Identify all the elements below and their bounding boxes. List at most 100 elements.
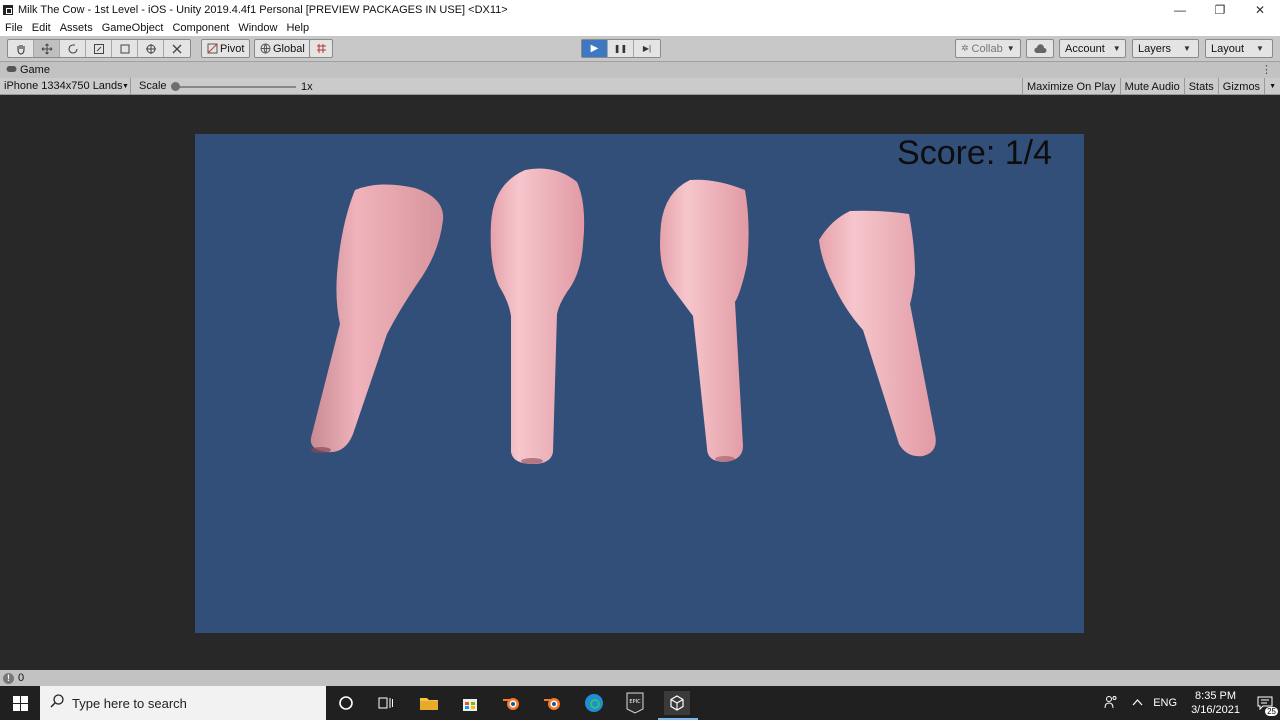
gizmos-chevron-down-icon[interactable]: ▼ [1264, 78, 1280, 95]
layers-dropdown[interactable]: Layers ▼ [1132, 39, 1199, 58]
rect-tool-icon[interactable] [112, 40, 138, 57]
grid-snap-button[interactable] [309, 39, 333, 58]
start-button[interactable] [0, 686, 40, 720]
stats-toggle[interactable]: Stats [1183, 78, 1218, 95]
score-text: Score: 1/4 [897, 134, 1052, 172]
blender-icon-2[interactable] [541, 691, 565, 715]
chevron-down-icon: ▼ [1256, 44, 1264, 53]
chevron-down-icon: ▼ [1183, 44, 1191, 53]
task-view-icon[interactable] [374, 691, 398, 715]
info-icon[interactable]: ! [3, 672, 14, 684]
scale-label: Scale [139, 80, 167, 92]
teats-layer [310, 168, 936, 465]
windows-taskbar: Type here to search EPIC ENG 8:35 PM 3/1… [0, 686, 1280, 720]
game-view-bar: iPhone 1334x750 Lands ▼ Scale 1x Maximiz… [0, 77, 1280, 95]
system-tray: ENG 8:35 PM 3/16/2021 25 [1104, 686, 1280, 720]
collab-icon: ✲ [961, 43, 969, 53]
mute-audio-toggle[interactable]: Mute Audio [1119, 78, 1184, 95]
tab-game[interactable]: Game [20, 64, 50, 76]
menu-window[interactable]: Window [238, 22, 277, 34]
grid-snap-icon [316, 44, 326, 53]
resolution-dropdown[interactable]: iPhone 1334x750 Lands ▼ [0, 77, 131, 95]
pivot-icon [207, 43, 218, 54]
chevron-down-icon: ▼ [122, 82, 129, 90]
window-controls: — ❐ ✕ [1160, 0, 1280, 20]
scale-slider-thumb[interactable] [171, 82, 180, 91]
custom-tool-icon[interactable] [164, 40, 190, 57]
windows-icon [12, 695, 28, 711]
more-options-icon[interactable]: ⋮ [1261, 63, 1272, 76]
move-tool-icon[interactable] [34, 40, 60, 57]
clock-time: 8:35 PM [1195, 690, 1237, 702]
menu-component[interactable]: Component [172, 22, 229, 34]
gamepad-icon [6, 65, 17, 75]
game-screen[interactable]: Score: 1/4 [195, 134, 1084, 633]
svg-text:EPIC: EPIC [629, 699, 641, 705]
maximize-on-play-toggle[interactable]: Maximize On Play [1022, 78, 1120, 95]
window-title: Milk The Cow - 1st Level - iOS - Unity 2… [18, 4, 508, 16]
close-button[interactable]: ✕ [1240, 0, 1280, 20]
teat-4[interactable] [819, 210, 936, 457]
epic-games-icon[interactable]: EPIC [623, 691, 647, 715]
menu-help[interactable]: Help [286, 22, 309, 34]
scale-tool-icon[interactable] [86, 40, 112, 57]
unity-logo-icon [3, 5, 13, 15]
maximize-button[interactable]: ❐ [1200, 0, 1240, 20]
chevron-down-icon: ▼ [1112, 44, 1121, 53]
search-icon [50, 694, 64, 712]
scale-slider-track[interactable] [173, 86, 296, 88]
clock-date: 3/16/2021 [1191, 704, 1240, 716]
menu-bar: File Edit Assets GameObject Component Wi… [0, 20, 1280, 36]
edge-icon[interactable] [582, 691, 606, 715]
pause-button[interactable]: ❚❚ [608, 40, 634, 57]
layout-dropdown[interactable]: Layout ▼ [1205, 39, 1273, 58]
rotate-tool-icon[interactable] [60, 40, 86, 57]
pivot-label: Pivot [220, 42, 245, 55]
cloud-icon [1034, 43, 1047, 53]
notification-center-icon[interactable]: 25 [1250, 686, 1280, 720]
unity-taskbar-icon[interactable] [664, 691, 690, 715]
teat-2[interactable] [490, 168, 585, 465]
transform-tool-icon[interactable] [138, 40, 164, 57]
error-count: 0 [18, 672, 25, 684]
teat-3[interactable] [660, 179, 749, 462]
game-view-options: Maximize On Play Mute Audio Stats Gizmos… [1022, 78, 1280, 95]
hand-tool-icon[interactable] [8, 40, 34, 57]
window-title-bar: Milk The Cow - 1st Level - iOS - Unity 2… [0, 0, 1280, 20]
main-toolbar: Pivot Global ▶ ❚❚ ▶| ✲ Collab ▼ Account … [0, 36, 1280, 62]
menu-gameobject[interactable]: GameObject [102, 22, 164, 34]
gizmos-toggle[interactable]: Gizmos [1217, 78, 1264, 95]
pivot-toggle[interactable]: Pivot [201, 39, 251, 58]
global-toggle[interactable]: Global [254, 39, 311, 58]
collab-button[interactable]: ✲ Collab ▼ [955, 39, 1021, 58]
collab-label: Collab [971, 42, 1003, 55]
search-placeholder: Type here to search [72, 695, 187, 711]
people-icon[interactable] [1104, 695, 1118, 712]
taskbar-search-input[interactable]: Type here to search [40, 686, 326, 720]
globe-icon [260, 43, 271, 54]
minimize-button[interactable]: — [1160, 0, 1200, 20]
console-status-bar: ! 0 [0, 670, 1280, 686]
play-button[interactable]: ▶ [582, 40, 608, 57]
resolution-label: iPhone 1334x750 Lands [4, 80, 122, 92]
file-explorer-icon[interactable] [417, 691, 441, 715]
menu-edit[interactable]: Edit [32, 22, 51, 34]
clock[interactable]: 8:35 PM 3/16/2021 [1191, 689, 1240, 717]
global-label: Global [273, 42, 305, 55]
step-button[interactable]: ▶| [634, 40, 660, 57]
chevron-up-icon[interactable] [1132, 698, 1143, 709]
cortana-icon[interactable] [334, 691, 358, 715]
chevron-down-icon: ▼ [1006, 44, 1015, 53]
teat-1[interactable] [310, 184, 444, 453]
account-label: Account [1065, 42, 1105, 55]
blender-icon[interactable] [500, 691, 524, 715]
menu-file[interactable]: File [5, 22, 23, 34]
store-icon[interactable] [458, 691, 482, 715]
transform-tools [7, 39, 191, 58]
scale-value: 1x [301, 81, 313, 93]
menu-assets[interactable]: Assets [60, 22, 93, 34]
notification-count-badge: 25 [1265, 707, 1278, 716]
language-indicator[interactable]: ENG [1153, 697, 1177, 709]
cloud-button[interactable] [1026, 39, 1054, 58]
account-dropdown[interactable]: Account ▼ [1059, 39, 1126, 58]
